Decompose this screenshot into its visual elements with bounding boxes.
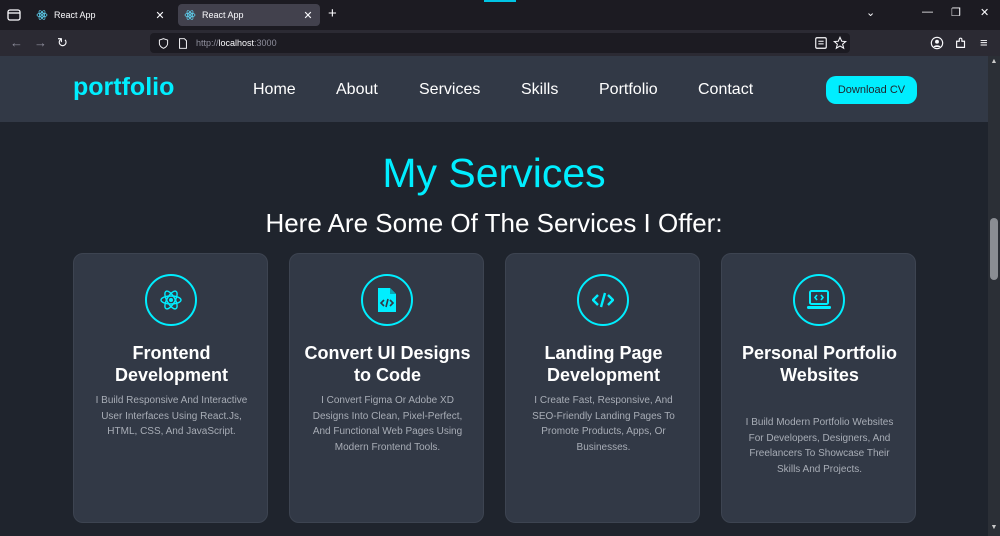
- address-bar[interactable]: http://localhost:3000: [150, 33, 850, 53]
- page-viewport: portfolio Home About Services Skills Por…: [0, 56, 988, 536]
- download-cv-button[interactable]: Download CV: [826, 76, 917, 104]
- tab-title: React App: [54, 10, 96, 20]
- card-title: Frontend Development: [114, 343, 229, 385]
- page-icon[interactable]: [176, 36, 190, 50]
- browser-tab-2-active[interactable]: React App ✕: [178, 4, 320, 26]
- nav-link-home[interactable]: Home: [253, 81, 296, 99]
- chevron-down-icon[interactable]: ⌄: [866, 6, 875, 19]
- tab-list-icon[interactable]: [6, 7, 22, 23]
- icon-badge: [793, 274, 845, 326]
- minimize-icon[interactable]: —: [922, 6, 933, 18]
- back-icon[interactable]: ←: [10, 35, 23, 51]
- new-tab-icon[interactable]: +: [328, 6, 337, 22]
- page-scrollbar[interactable]: ▲ ▼: [988, 56, 1000, 536]
- url-host: localhost: [218, 38, 255, 48]
- reader-view-icon[interactable]: [814, 36, 828, 50]
- browser-tab-bar: React App ✕ React App ✕ + ⌄ — ❐ ✕: [0, 0, 1000, 30]
- service-card-frontend[interactable]: Frontend Development I Build Responsive …: [73, 253, 268, 523]
- browser-tab-1[interactable]: React App ✕: [30, 4, 172, 26]
- service-card-landing-page[interactable]: Landing Page Development I Create Fast, …: [505, 253, 700, 523]
- nav-link-services[interactable]: Services: [419, 81, 480, 99]
- card-description: I Build Responsive And Interactive User …: [95, 395, 248, 437]
- scrollbar-thumb[interactable]: [990, 218, 998, 280]
- card-description: I Build Modern Portfolio Websites For De…: [745, 417, 894, 475]
- nav-link-about[interactable]: About: [336, 81, 378, 99]
- shield-icon[interactable]: [156, 36, 170, 50]
- card-description: I Convert Figma Or Adobe XD Designs Into…: [312, 395, 463, 453]
- scroll-up-icon[interactable]: ▲: [988, 58, 1000, 65]
- card-title: Personal Portfolio Websites: [741, 343, 898, 385]
- icon-badge: [361, 274, 413, 326]
- url-scheme: http://: [196, 38, 219, 48]
- card-title: Convert UI Designs to Code: [304, 343, 471, 385]
- close-window-icon[interactable]: ✕: [980, 6, 989, 19]
- tab-accent-line: [484, 0, 516, 2]
- icon-badge: [577, 274, 629, 326]
- icon-badge: [145, 274, 197, 326]
- code-icon: [592, 292, 614, 308]
- restore-icon[interactable]: ❐: [951, 6, 961, 19]
- extensions-icon[interactable]: [954, 36, 968, 50]
- nav-link-contact[interactable]: Contact: [698, 81, 753, 99]
- account-icon[interactable]: [930, 36, 944, 50]
- app-menu-icon[interactable]: ≡: [980, 35, 988, 51]
- nav-link-skills[interactable]: Skills: [521, 81, 558, 99]
- service-card-ui-to-code[interactable]: Convert UI Designs to Code I Convert Fig…: [289, 253, 484, 523]
- service-card-portfolio-websites[interactable]: Personal Portfolio Websites I Build Mode…: [721, 253, 916, 523]
- laptop-code-icon: [807, 290, 831, 309]
- section-heading: My Services: [382, 150, 606, 196]
- section-subheading: Here Are Some Of The Services I Offer:: [265, 208, 723, 238]
- react-favicon-icon: [36, 9, 48, 21]
- close-tab-icon[interactable]: ✕: [302, 9, 314, 22]
- card-title: Landing Page Development: [544, 343, 663, 385]
- scroll-down-icon[interactable]: ▼: [988, 524, 1000, 531]
- nav-link-portfolio[interactable]: Portfolio: [599, 81, 658, 99]
- react-favicon-icon: [184, 9, 196, 21]
- forward-icon[interactable]: →: [34, 35, 47, 51]
- tab-title: React App: [202, 10, 244, 20]
- bookmark-star-icon[interactable]: [833, 36, 847, 50]
- site-logo[interactable]: portfolio: [73, 73, 174, 102]
- react-icon: [160, 290, 182, 310]
- browser-nav-bar: ← → ↻ http://localhost:3000 ≡: [0, 30, 1000, 56]
- close-tab-icon[interactable]: ✕: [154, 9, 166, 22]
- code-file-icon: [378, 288, 396, 312]
- reload-icon[interactable]: ↻: [57, 35, 68, 51]
- url-port: :3000: [254, 38, 277, 48]
- card-description: I Create Fast, Responsive, And SEO-Frien…: [532, 395, 675, 453]
- site-header: portfolio Home About Services Skills Por…: [0, 56, 988, 122]
